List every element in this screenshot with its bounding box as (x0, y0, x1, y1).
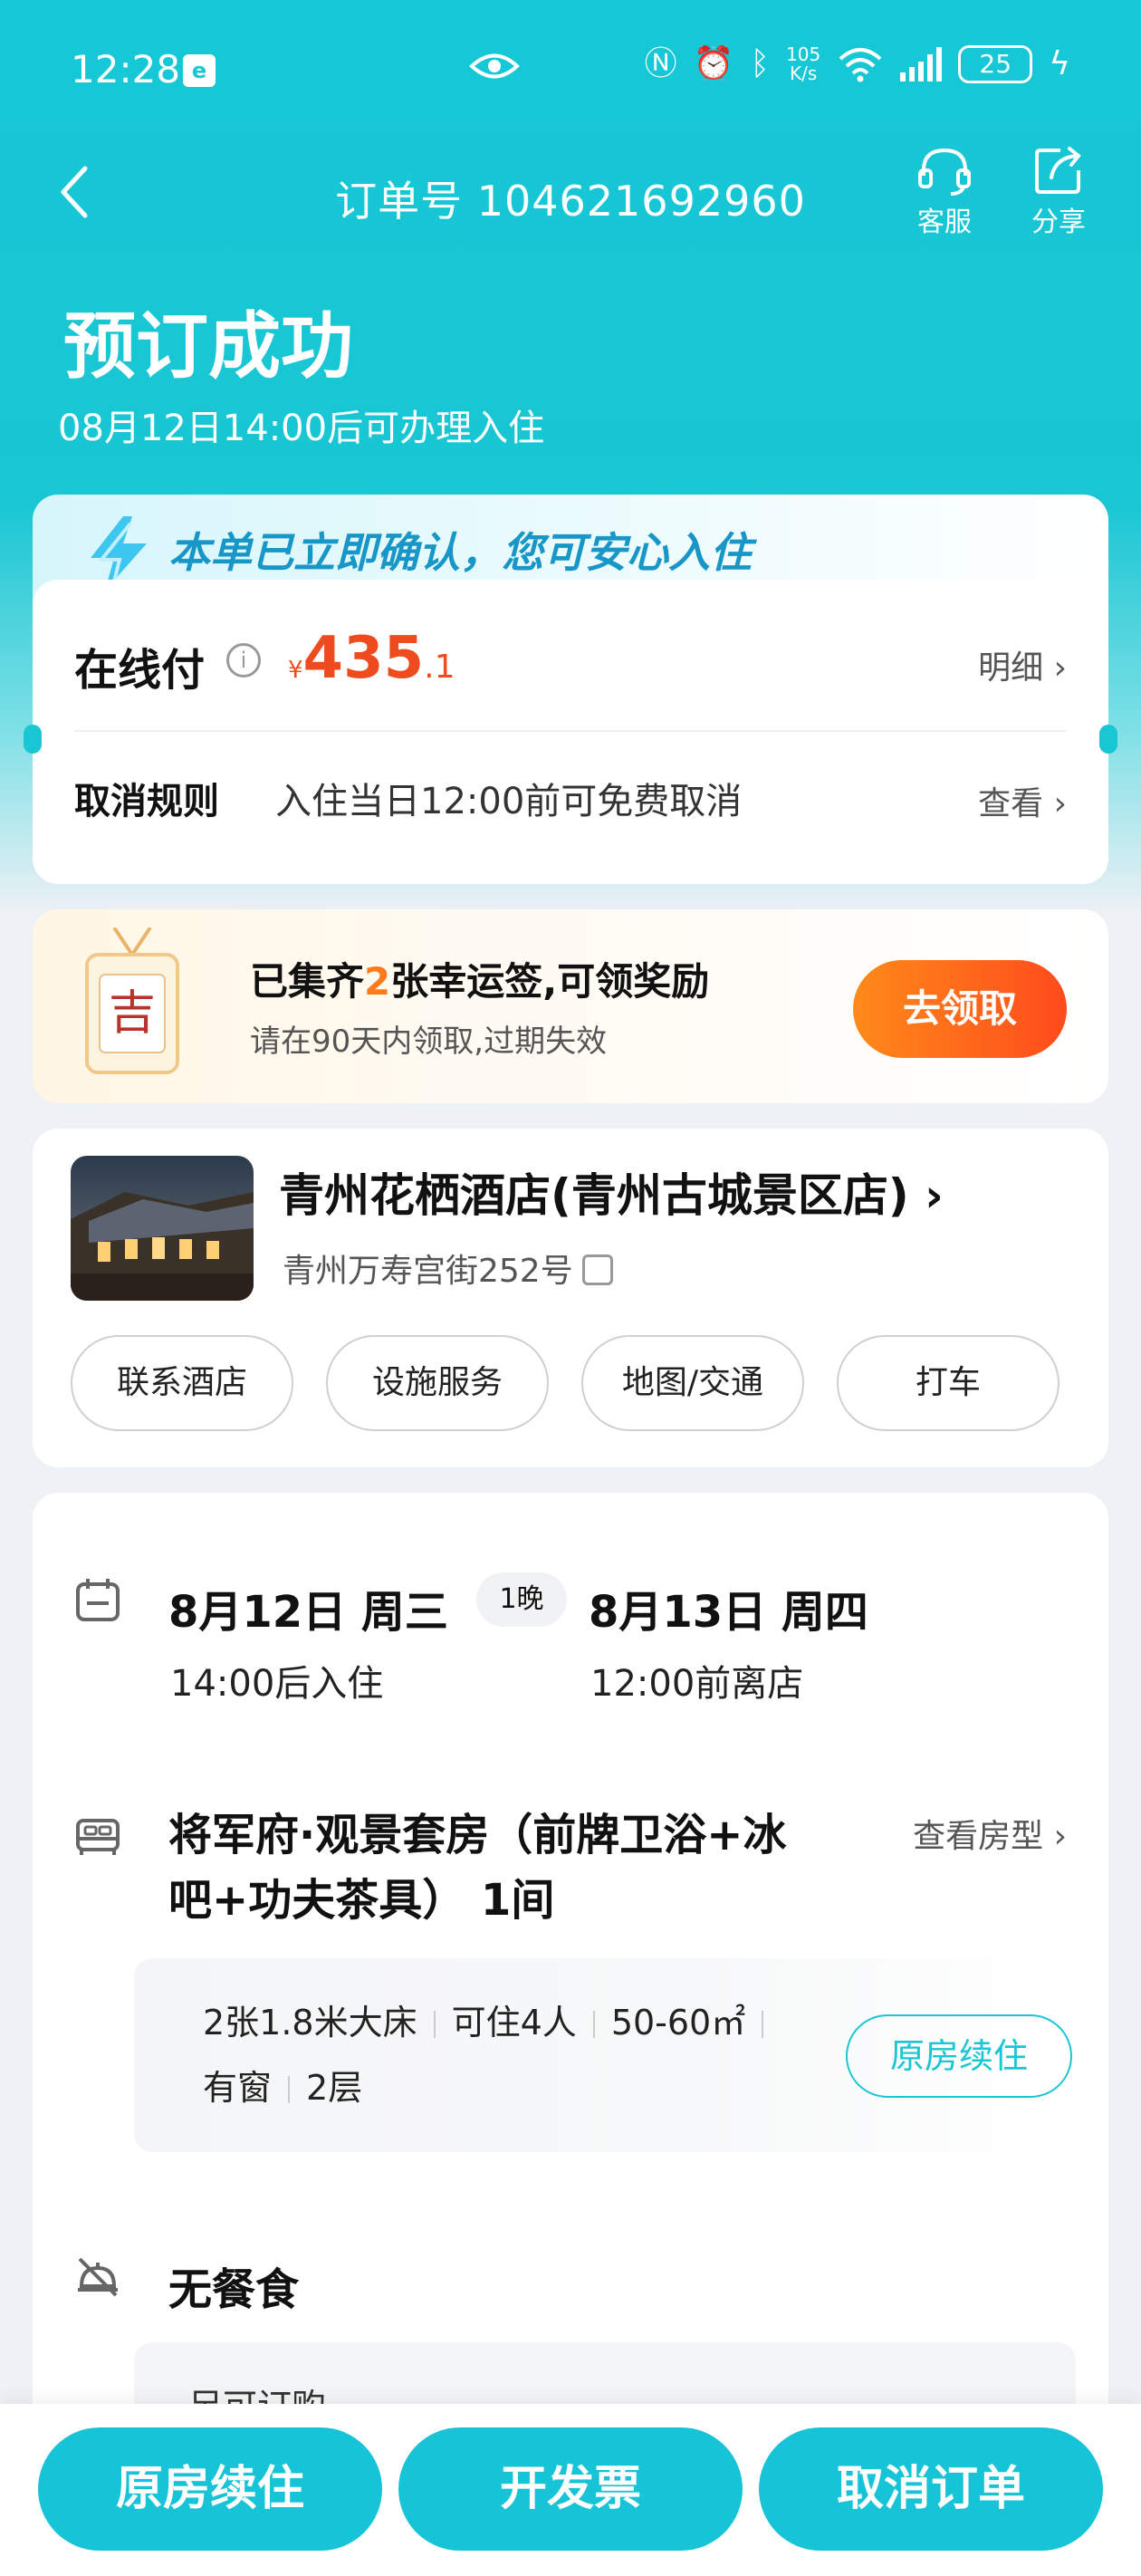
contact-hotel-button[interactable]: 联系酒店 (71, 1335, 293, 1431)
lucky-title-prefix: 已集齐 (250, 959, 365, 1004)
hotel-name-link[interactable]: 青州花栖酒店(青州古城景区店) › (279, 1159, 944, 1225)
cancel-policy-label: 取消规则 (74, 781, 219, 822)
info-icon[interactable]: i (226, 643, 261, 678)
card-notch-right (1099, 725, 1117, 754)
booking-status-title: 预订成功 (63, 303, 353, 389)
price-currency: ¥ (288, 657, 303, 684)
payment-method-label: 在线付 (74, 645, 206, 696)
calendar-icon (76, 1579, 120, 1621)
checkout-time: 12:00前离店 (590, 1663, 804, 1705)
wifi-icon (839, 48, 882, 82)
lucky-draw-card: 吉 已集齐2张幸运签,可领奖励 请在90天内领取,过期失效 去领取 (33, 909, 1108, 1103)
speed-value: 105 (786, 43, 821, 65)
sim-icon: e (183, 54, 216, 87)
hotel-address-text: 青州万寿宫街252号 (283, 1253, 573, 1290)
map-traffic-button[interactable]: 地图/交通 (581, 1335, 804, 1431)
card-notch-left (24, 725, 42, 754)
area-spec: 50-60㎡ (610, 2003, 746, 2043)
speed-unit: K/s (790, 62, 818, 84)
checkout-date: 8月13日 周四 (589, 1587, 868, 1638)
divider (762, 2011, 764, 2038)
invoice-button[interactable]: 开发票 (398, 2427, 743, 2551)
share-button[interactable]: 分享 (1018, 145, 1099, 239)
hotel-name: 青州花栖酒店(青州古城景区店) (279, 1169, 909, 1222)
meal-label: 无餐食 (168, 2264, 300, 2315)
status-time: 12:28 (71, 47, 181, 91)
room-name: 将军府·观景套房（前牌卫浴+冰吧+功夫茶具） 1间 (168, 1810, 787, 1926)
facilities-button[interactable]: 设施服务 (326, 1335, 549, 1431)
bottom-action-bar: 原房续住 开发票 取消订单 (0, 2404, 1141, 2576)
headset-icon (918, 148, 971, 196)
chevron-right-icon: › (1053, 649, 1067, 687)
copy-icon[interactable] (581, 1254, 613, 1285)
bed-spec: 2张1.8米大床 (203, 2003, 417, 2043)
cancel-policy-value: 入住当日12:00前可免费取消 (275, 781, 743, 822)
price-detail-link[interactable]: 明细 › (978, 641, 1067, 688)
bluetooth-icon: ᛒ (750, 45, 771, 82)
chevron-right-icon: › (1043, 1818, 1067, 1855)
nights-badge: 1晚 (476, 1572, 567, 1627)
room-specs-line1: 2张1.8米大床 可住4人 50-60㎡ (203, 1994, 780, 2044)
checkin-time: 14:00后入住 (170, 1663, 384, 1705)
share-icon (1035, 147, 1081, 194)
cancel-policy-link-label: 查看 (978, 785, 1044, 822)
divider (433, 2011, 436, 2038)
charging-icon: ϟ (1049, 45, 1070, 82)
lucky-tag-char: 吉 (109, 986, 156, 1041)
claim-reward-button[interactable]: 去领取 (853, 960, 1067, 1058)
cancel-policy-link[interactable]: 查看 › (978, 777, 1067, 824)
no-meal-icon (78, 2257, 118, 2297)
alarm-icon: ⏰ (693, 45, 734, 82)
renew-room-button[interactable]: 原房续住 (38, 2427, 382, 2551)
hotel-actions: 联系酒店 设施服务 地图/交通 打车 (71, 1335, 1060, 1431)
lucky-tag-icon: 吉 (85, 928, 179, 1074)
hotel-photo-graphic (71, 1192, 254, 1301)
status-right-group: Ⓝ ⏰ ᛒ 105 K/s 25 ϟ (645, 45, 1070, 83)
view-room-type-link[interactable]: 查看房型 › (913, 1810, 1067, 1857)
view-room-type-label: 查看房型 (913, 1818, 1044, 1855)
checkin-date: 8月12日 周三 (168, 1587, 448, 1638)
hotel-address: 青州万寿宫街252号 (283, 1245, 613, 1292)
battery-indicator: 25 (958, 45, 1033, 83)
lucky-title-count: 2 (364, 959, 391, 1004)
floor-spec: 2层 (306, 2068, 363, 2108)
price-integer: 435 (302, 625, 425, 692)
share-label: 分享 (1031, 207, 1086, 238)
nfc-icon: Ⓝ (644, 45, 677, 82)
hotel-card: 青州花栖酒店(青州古城景区店) › 青州万寿宫街252号 联系酒店 设施服务 地… (33, 1129, 1108, 1467)
lucky-title-suffix: 张幸运签,可领奖励 (390, 959, 710, 1004)
eye-icon (469, 53, 520, 79)
instant-confirm-text: 本单已立即确认，您可安心入住 (168, 528, 752, 577)
signal-icon (900, 47, 943, 82)
chevron-right-icon: › (908, 1169, 944, 1222)
bed-icon (76, 1819, 120, 1855)
price-detail-label: 明细 (978, 649, 1044, 687)
renew-room-pill[interactable]: 原房续住 (846, 2014, 1072, 2098)
taxi-button[interactable]: 打车 (837, 1335, 1060, 1431)
cancel-order-button[interactable]: 取消订单 (759, 2427, 1103, 2551)
status-bar: 12:28 e Ⓝ ⏰ ᛒ 105 K/s 25 ϟ (0, 0, 1141, 136)
room-specs-line2: 有窗 2层 (203, 2060, 362, 2110)
window-spec: 有窗 (203, 2068, 273, 2108)
divider (592, 2011, 595, 2038)
customer-service-button[interactable]: 客服 (904, 145, 985, 239)
service-label: 客服 (917, 207, 972, 238)
divider (288, 2076, 291, 2103)
price: ¥435.1 (288, 625, 455, 692)
checkin-note: 08月12日14:00后可办理入住 (58, 408, 545, 449)
chevron-right-icon: › (1053, 785, 1067, 822)
hotel-photo[interactable] (71, 1156, 254, 1301)
payment-card: 在线付 i ¥435.1 明细 › 取消规则 入住当日12:00前可免费取消 查… (24, 580, 1117, 884)
occupancy-spec: 可住4人 (451, 2003, 577, 2043)
network-speed: 105 K/s (786, 45, 820, 83)
lucky-title: 已集齐2张幸运签,可领奖励 (250, 951, 709, 1006)
price-decimal: .1 (424, 649, 455, 686)
divider (74, 730, 1067, 732)
lucky-subtitle: 请在90天内领取,过期失效 (250, 1024, 608, 1060)
